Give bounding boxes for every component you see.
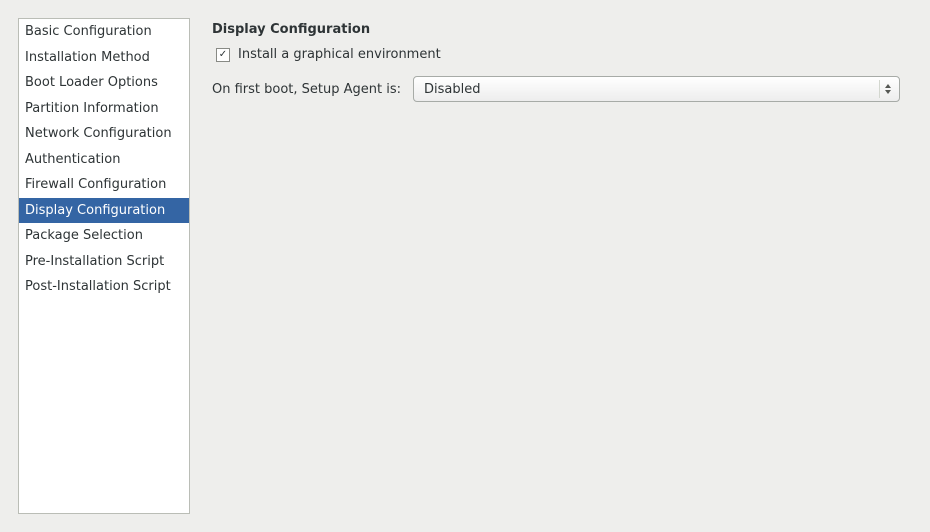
sidebar-item-authentication[interactable]: Authentication — [19, 147, 189, 173]
main-panel: Display Configuration Install a graphica… — [190, 0, 930, 532]
install-graphical-row: Install a graphical environment — [212, 47, 900, 62]
page-title: Display Configuration — [212, 22, 900, 37]
sidebar-item-firewall-configuration[interactable]: Firewall Configuration — [19, 172, 189, 198]
chevron-up-icon — [885, 84, 891, 88]
install-graphical-checkbox[interactable] — [216, 48, 230, 62]
install-graphical-label[interactable]: Install a graphical environment — [238, 47, 441, 62]
sidebar-item-post-installation-script[interactable]: Post-Installation Script — [19, 274, 189, 300]
sidebar-item-pre-installation-script[interactable]: Pre-Installation Script — [19, 249, 189, 275]
sidebar-item-basic-configuration[interactable]: Basic Configuration — [19, 19, 189, 45]
sidebar-item-boot-loader-options[interactable]: Boot Loader Options — [19, 70, 189, 96]
sidebar-item-network-configuration[interactable]: Network Configuration — [19, 121, 189, 147]
setup-agent-row: On first boot, Setup Agent is: Disabled — [212, 76, 900, 102]
setup-agent-label: On first boot, Setup Agent is: — [212, 82, 401, 97]
setup-agent-dropdown[interactable]: Disabled — [413, 76, 900, 102]
setup-agent-value: Disabled — [424, 82, 879, 97]
sidebar-item-display-configuration[interactable]: Display Configuration — [19, 198, 189, 224]
sidebar-item-installation-method[interactable]: Installation Method — [19, 45, 189, 71]
sidebar: Basic Configuration Installation Method … — [18, 18, 190, 514]
chevron-down-icon — [885, 90, 891, 94]
sidebar-item-package-selection[interactable]: Package Selection — [19, 223, 189, 249]
updown-icon — [879, 80, 895, 98]
sidebar-item-partition-information[interactable]: Partition Information — [19, 96, 189, 122]
